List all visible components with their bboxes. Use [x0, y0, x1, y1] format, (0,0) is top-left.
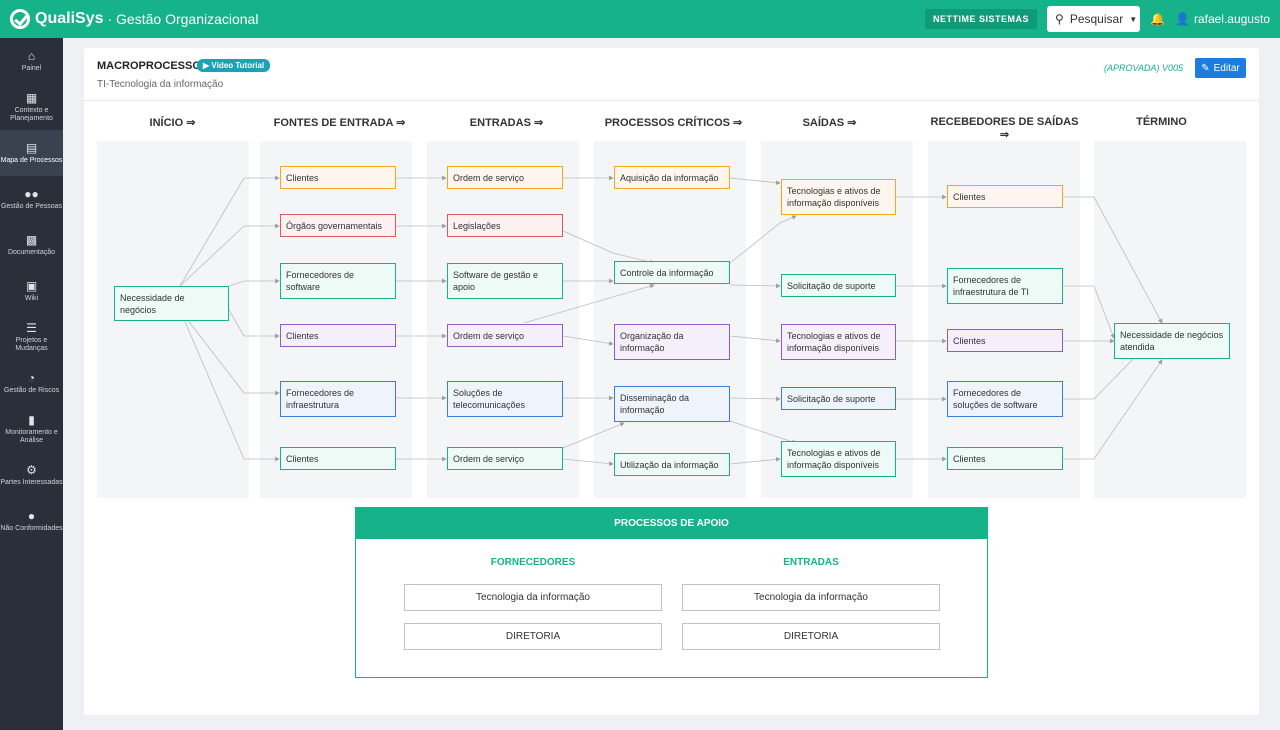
sidebar-item-label: Gestão de Pessoas: [0, 202, 63, 210]
sidebar-item-nao-conformidades[interactable]: ● Não Conformidades: [0, 498, 63, 544]
support-fornecedor-box[interactable]: DIRETORIA: [404, 623, 662, 650]
recebedor-box[interactable]: Clientes: [947, 185, 1063, 208]
fonte-box[interactable]: Fornecedores de software: [280, 263, 396, 299]
entrada-box[interactable]: Ordem de serviço: [447, 324, 563, 347]
support-fornecedor-box[interactable]: Tecnologia da informação: [404, 584, 662, 611]
entrada-box[interactable]: Ordem de serviço: [447, 166, 563, 189]
sidebar-item-projetos[interactable]: ☰ Projetos e Mudanças: [0, 314, 63, 360]
macroprocess-card: MACROPROCESSO ▶ Vídeo Tutorial TI-Tecnol…: [84, 48, 1259, 715]
recebedor-box[interactable]: Fornecedores de soluções de software: [947, 381, 1063, 417]
recebedor-box[interactable]: Clientes: [947, 447, 1063, 470]
processo-box[interactable]: Organização da informação: [614, 324, 730, 360]
sidebar-item-monitoramento[interactable]: ▮ Monitoramento e Análise: [0, 406, 63, 452]
sidebar-item-label: Monitoramento e Análise: [5, 428, 58, 444]
processo-box[interactable]: Controle da informação: [614, 261, 730, 284]
entrada-box[interactable]: Soluções de telecomunicações: [447, 381, 563, 417]
gauge-icon: ◔: [27, 370, 36, 385]
brand-logo[interactable]: QualiSys · Gestão Organizacional: [10, 9, 258, 29]
termino-box[interactable]: Necessidade de negócios atendida: [1114, 323, 1230, 359]
home-icon: ⌂: [27, 48, 36, 63]
entrada-box[interactable]: Legislações: [447, 214, 563, 237]
map-icon: ▤: [25, 140, 38, 155]
entrada-box[interactable]: Ordem de serviço: [447, 447, 563, 470]
sidebar-item-label: Mapa de Processos: [0, 156, 63, 164]
saida-box[interactable]: Solicitação de suporte: [781, 274, 896, 297]
fonte-box[interactable]: Clientes: [280, 324, 396, 347]
sidebar-item-wiki[interactable]: ▣ Wiki: [0, 268, 63, 314]
sidebar-item-documentacao[interactable]: ▩ Documentação: [0, 222, 63, 268]
sidebar-item-label: Wiki: [24, 294, 39, 302]
entrada-box[interactable]: Software de gestão e apoio: [447, 263, 563, 299]
app-subtitle: · Gestão Organizacional: [107, 11, 259, 27]
support-entrada-box[interactable]: DIRETORIA: [682, 623, 940, 650]
inicio-box[interactable]: Necessidade de negócios: [114, 286, 229, 321]
sitemap-icon: ▦: [25, 90, 38, 105]
sidebar-item-label: Contexto e Planejamento: [10, 106, 53, 122]
sidebar: ⌂ Painel ▦ Contexto e Planejamento ▤ Mapa d…: [0, 38, 63, 730]
check-circle-icon: [10, 9, 30, 29]
user-icon: 👤: [1174, 12, 1190, 26]
company-button[interactable]: NETTIME SISTEMAS: [925, 9, 1038, 29]
users-icon: ●●: [24, 186, 39, 201]
recebedor-box[interactable]: Clientes: [947, 329, 1063, 352]
sidebar-item-label: Documentação: [7, 248, 56, 256]
saida-box[interactable]: Tecnologias e ativos de informação dispo…: [781, 179, 896, 215]
sidebar-item-painel[interactable]: ⌂ Painel: [0, 38, 63, 84]
top-bar: QualiSys · Gestão Organizacional NETTIME…: [0, 0, 1280, 38]
sidebar-item-mapa[interactable]: ▤ Mapa de Processos: [0, 130, 63, 176]
sidebar-item-pessoas[interactable]: ●● Gestão de Pessoas: [0, 176, 63, 222]
saida-box[interactable]: Tecnologias e ativos de informação dispo…: [781, 441, 896, 477]
alert-icon: ●: [27, 508, 36, 523]
list-icon: ☰: [26, 320, 37, 335]
archive-icon: ▣: [25, 278, 38, 293]
brand-name: QualiSys: [35, 10, 104, 27]
user-menu[interactable]: 👤 rafael.augusto: [1175, 12, 1270, 26]
processo-box[interactable]: Utilização da informação: [614, 453, 730, 476]
document-icon: ▩: [25, 232, 38, 247]
sidebar-item-contexto[interactable]: ▦ Contexto e Planejamento: [0, 84, 63, 130]
support-entrada-box[interactable]: Tecnologia da informação: [682, 584, 940, 611]
processo-box[interactable]: Disseminação da informação: [614, 386, 730, 422]
fonte-box[interactable]: Clientes: [280, 447, 396, 470]
sidebar-item-label: Gestão de Riscos: [3, 386, 60, 394]
user-cog-icon: ⚙: [26, 462, 37, 477]
fonte-box[interactable]: Órgãos governamentais: [280, 214, 396, 237]
processo-box[interactable]: Aquisição da informação: [614, 166, 730, 189]
search-label: Pesquisar: [1069, 12, 1124, 26]
sidebar-item-partes[interactable]: ⚙ Partes Interessadas: [0, 452, 63, 498]
support-title: PROCESSOS DE APOIO: [356, 508, 987, 539]
recebedor-box[interactable]: Fornecedores de infraestrutura de TI: [947, 268, 1063, 304]
entradas-label: ENTRADAS: [783, 557, 839, 568]
sidebar-item-label: Não Conformidades: [0, 524, 63, 532]
fonte-box[interactable]: Fornecedores de infraestrutura: [280, 381, 396, 417]
sidebar-item-label: Partes Interessadas: [0, 478, 63, 486]
sidebar-item-riscos[interactable]: ◔ Gestão de Riscos: [0, 360, 63, 406]
fonte-box[interactable]: Clientes: [280, 166, 396, 189]
chart-icon: ▮: [28, 412, 35, 427]
caret-down-icon: ▼: [1129, 14, 1138, 24]
search-dropdown[interactable]: ⚲ Pesquisar ▼: [1047, 6, 1141, 32]
bell-icon[interactable]: 🔔: [1150, 12, 1165, 26]
saida-box[interactable]: Tecnologias e ativos de informação dispo…: [781, 324, 896, 360]
saida-box[interactable]: Solicitação de suporte: [781, 387, 896, 410]
search-icon: ⚲: [1055, 12, 1064, 26]
sidebar-item-label: Projetos e Mudanças: [15, 336, 48, 352]
fornecedores-label: FORNECEDORES: [490, 557, 576, 568]
support-processes-panel: PROCESSOS DE APOIO FORNECEDORES ENTRADAS…: [355, 507, 988, 678]
username: rafael.augusto: [1193, 12, 1270, 26]
sidebar-item-label: Painel: [21, 64, 42, 72]
